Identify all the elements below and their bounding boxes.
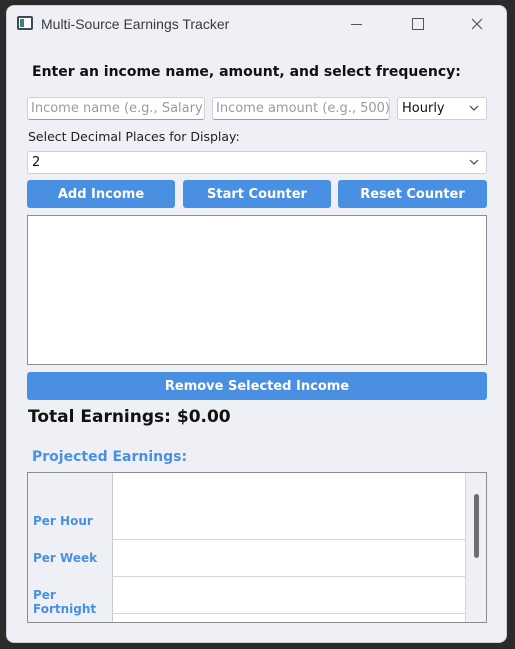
maximize-icon xyxy=(412,18,424,30)
minimize-icon xyxy=(350,23,362,25)
projected-earnings-table[interactable]: Per Hour Per Week Per Fortnight xyxy=(27,472,487,623)
app-window-icon xyxy=(17,16,33,30)
decimal-selected-value: 2 xyxy=(32,155,41,170)
income-amount-input[interactable]: Income amount (e.g., 500) xyxy=(212,97,390,120)
start-counter-button[interactable]: Start Counter xyxy=(183,180,331,208)
window-title: Multi-Source Earnings Tracker xyxy=(41,16,230,32)
chevron-down-icon xyxy=(469,159,479,165)
scrollbar-thumb[interactable] xyxy=(474,494,479,558)
app-window: Multi-Source Earnings Tracker Enter an i… xyxy=(6,5,507,643)
remove-selected-income-button[interactable]: Remove Selected Income xyxy=(27,372,487,400)
decimal-places-select[interactable]: 2 xyxy=(27,151,487,174)
frequency-selected-value: Hourly xyxy=(402,101,445,116)
row-header-column: Per Hour Per Week Per Fortnight xyxy=(28,473,113,622)
row-label-per-fortnight: Per Fortnight xyxy=(33,588,97,616)
chevron-down-icon xyxy=(469,105,479,111)
title-bar[interactable]: Multi-Source Earnings Tracker xyxy=(7,6,506,44)
add-income-button[interactable]: Add Income xyxy=(27,180,175,208)
close-button[interactable] xyxy=(454,6,500,42)
income-list[interactable] xyxy=(27,215,487,365)
row-divider xyxy=(112,539,465,540)
reset-counter-button[interactable]: Reset Counter xyxy=(338,180,487,208)
form-heading: Enter an income name, amount, and select… xyxy=(32,64,461,80)
total-earnings: Total Earnings: $0.00 xyxy=(28,407,231,427)
projected-earnings-heading: Projected Earnings: xyxy=(32,449,188,465)
minimize-button[interactable] xyxy=(333,6,379,42)
maximize-button[interactable] xyxy=(395,6,441,42)
row-label-per-hour: Per Hour xyxy=(33,514,93,528)
frequency-select[interactable]: Hourly xyxy=(397,97,487,120)
decimal-places-label: Select Decimal Places for Display: xyxy=(28,129,240,144)
row-divider xyxy=(112,576,465,577)
vertical-scrollbar[interactable] xyxy=(465,473,486,622)
income-name-input[interactable]: Income name (e.g., Salary) xyxy=(27,97,205,120)
row-divider xyxy=(112,613,465,614)
close-icon xyxy=(471,18,483,30)
row-label-per-week: Per Week xyxy=(33,551,98,565)
